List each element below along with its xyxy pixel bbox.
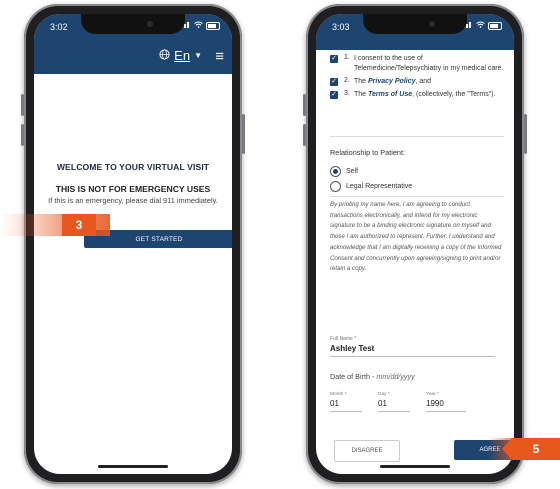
emergency-note: If this is an emergency, please dial 911…	[48, 196, 218, 205]
consent-list: ✓ 1. I consent to the use of Telemedicin…	[330, 54, 504, 103]
phone-notch	[81, 14, 185, 34]
checkbox-checked-icon[interactable]: ✓	[330, 55, 338, 63]
dob-month-field[interactable]: Month * 01	[330, 392, 362, 412]
phone-left: 3:02 En ▼ ≡ WELCOME TO YOUR VIRTUAL VISI…	[21, 4, 245, 484]
legal-consent-text: By printing my name here, I am agreeing …	[330, 201, 502, 273]
consent-text-post: , (collectively, the "Terms").	[412, 91, 496, 98]
phone-power-button	[242, 114, 245, 154]
status-icons	[181, 21, 220, 30]
consent-text-pre: The	[354, 91, 369, 98]
phone-right: 3:03 ✓ 1. I consent to the use of Teleme…	[303, 4, 527, 484]
relationship-label: Relationship to Patient:	[330, 148, 406, 157]
consent-text-post: , and	[415, 78, 432, 85]
disagree-button[interactable]: DISAGREE	[334, 440, 400, 462]
welcome-title: WELCOME TO YOUR VIRTUAL VISIT	[56, 162, 210, 172]
wifi-icon	[476, 21, 485, 30]
globe-icon	[159, 48, 170, 63]
status-time: 3:03	[332, 22, 350, 32]
app-header: En ▼ ≡	[34, 40, 232, 74]
radio-legal-representative[interactable]: Legal Representative	[330, 181, 412, 192]
callout-step-3: 3	[62, 214, 96, 236]
phone-volume-button	[303, 94, 306, 116]
radio-selected-icon[interactable]	[330, 166, 341, 177]
divider	[330, 136, 504, 137]
terms-of-use-link[interactable]: Terms of Use	[368, 91, 412, 98]
screen-consent: 3:03 ✓ 1. I consent to the use of Teleme…	[316, 14, 514, 474]
callout-step-5: 5	[532, 442, 540, 456]
phone-volume-button	[21, 94, 24, 116]
radio-self-label: Self	[346, 168, 359, 175]
battery-icon	[488, 21, 502, 30]
not-for-emergency-heading: THIS IS NOT FOR EMERGENCY USES	[55, 184, 211, 194]
dob-day-value: 01	[378, 399, 387, 408]
full-name-underline	[330, 356, 495, 357]
dob-day-label: Day	[378, 392, 387, 397]
consent-item-1: ✓ 1. I consent to the use of Telemedicin…	[330, 54, 504, 74]
dob-year-field[interactable]: Year * 1990	[426, 392, 466, 412]
dob-format: mm/dd/yyyy	[376, 372, 415, 381]
consent-text: I consent to the use of Telemedicine/Tel…	[354, 55, 504, 72]
wifi-icon	[194, 21, 203, 30]
phone-volume-button	[303, 124, 306, 146]
phone-notch	[363, 14, 467, 34]
checkbox-checked-icon[interactable]: ✓	[330, 91, 338, 99]
checkbox-checked-icon[interactable]: ✓	[330, 78, 338, 86]
home-indicator	[98, 465, 168, 468]
divider	[330, 196, 504, 197]
dob-month-label: Month	[330, 392, 344, 397]
language-label: En	[174, 48, 191, 63]
consent-number: 1.	[344, 54, 350, 61]
caret-down-icon: ▼	[194, 51, 202, 60]
status-icons	[463, 21, 502, 30]
full-name-input[interactable]: Ashley Test	[330, 344, 374, 353]
radio-unselected-icon[interactable]	[330, 181, 341, 192]
privacy-policy-link[interactable]: Privacy Policy	[368, 78, 415, 85]
consent-number: 3.	[344, 90, 350, 97]
dob-label: Date of Birth - mm/dd/yyyy	[330, 372, 415, 381]
phone-power-button	[524, 114, 527, 154]
battery-icon	[206, 21, 220, 30]
radio-legal-label: Legal Representative	[346, 183, 413, 190]
home-indicator	[380, 465, 450, 468]
consent-number: 2.	[344, 77, 350, 84]
screen-welcome: 3:02 En ▼ ≡ WELCOME TO YOUR VIRTUAL VISI…	[34, 14, 232, 474]
radio-self[interactable]: Self	[330, 166, 358, 177]
dob-year-value: 1990	[426, 399, 444, 408]
dob-year-label: Year	[426, 392, 436, 397]
dob-day-field[interactable]: Day * 01	[378, 392, 410, 412]
full-name-label: Full Name *	[330, 336, 357, 342]
language-selector[interactable]: En ▼	[159, 48, 202, 63]
consent-text-pre: The	[354, 78, 369, 85]
consent-item-3: ✓ 3. The Terms of Use, (collectively, th…	[330, 90, 504, 100]
status-time: 3:02	[50, 22, 68, 32]
callout-step-5-box: 5	[502, 438, 560, 460]
dob-month-value: 01	[330, 399, 339, 408]
consent-item-2: ✓ 2. The Privacy Policy, and	[330, 77, 504, 87]
phone-volume-button	[21, 124, 24, 146]
hamburger-menu-icon[interactable]: ≡	[215, 48, 224, 65]
